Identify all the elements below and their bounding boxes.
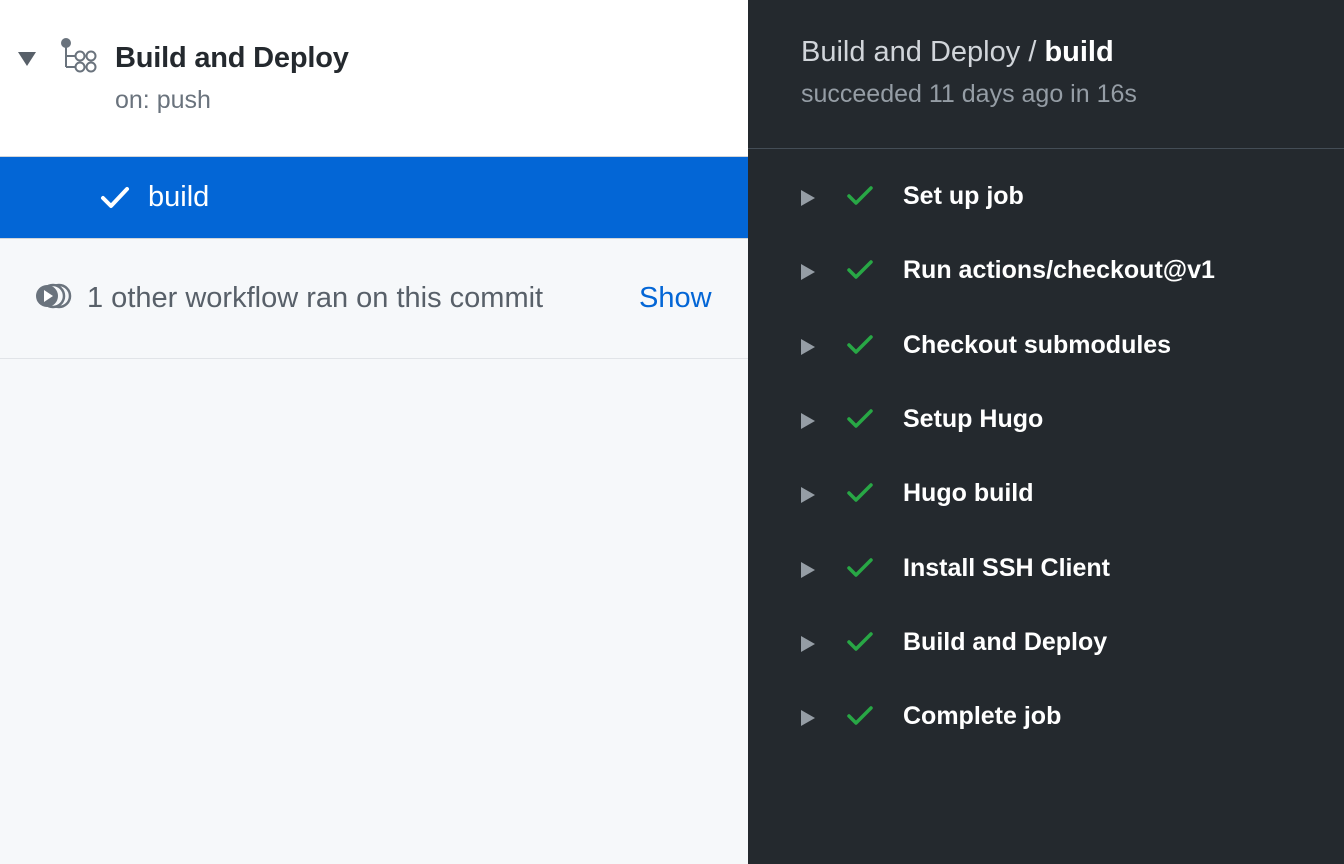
workflow-trigger: on: push — [115, 86, 211, 114]
workflow-title: Build and Deploy — [115, 42, 349, 74]
check-icon — [846, 183, 874, 214]
job-label: build — [148, 181, 210, 213]
step-row[interactable]: Setup Hugo — [748, 390, 1344, 450]
step-row[interactable]: Run actions/checkout@v1 — [748, 241, 1344, 301]
step-label: Setup Hugo — [903, 404, 1044, 433]
check-icon — [846, 480, 874, 511]
log-title-separator: / — [1020, 36, 1045, 68]
check-icon — [846, 406, 874, 437]
log-title: Build and Deploy / build — [801, 36, 1114, 69]
check-icon — [100, 183, 130, 218]
step-row[interactable]: Checkout submodules — [748, 316, 1344, 376]
step-label: Checkout submodules — [903, 330, 1172, 359]
log-job-name: build — [1044, 36, 1114, 68]
check-icon — [846, 629, 874, 660]
job-item-build[interactable]: build — [0, 157, 748, 239]
other-workflows-row: 1 other workflow ran on this commit Show — [0, 239, 748, 359]
step-label: Install SSH Client — [903, 553, 1110, 582]
check-icon — [846, 555, 874, 586]
log-header: Build and Deploy / build succeeded 11 da… — [748, 0, 1344, 149]
triangle-right-icon[interactable] — [800, 263, 816, 286]
step-row[interactable]: Install SSH Client — [748, 539, 1344, 599]
play-stack-icon — [34, 283, 72, 314]
triangle-down-icon[interactable] — [16, 50, 38, 68]
show-other-workflows-link[interactable]: Show — [639, 282, 712, 315]
triangle-right-icon[interactable] — [800, 709, 816, 732]
check-icon — [846, 332, 874, 363]
other-workflows-text: 1 other workflow ran on this commit — [87, 282, 544, 314]
step-label: Complete job — [903, 702, 1062, 731]
workflow-icon — [58, 37, 98, 77]
check-icon — [846, 703, 874, 734]
triangle-right-icon[interactable] — [800, 189, 816, 212]
step-row[interactable]: Build and Deploy — [748, 613, 1344, 673]
step-row[interactable]: Hugo build — [748, 464, 1344, 524]
triangle-right-icon[interactable] — [800, 561, 816, 584]
log-workflow-name: Build and Deploy — [801, 36, 1021, 68]
workflow-sidebar: Build and Deploy on: push build 1 other … — [0, 0, 748, 864]
step-label: Set up job — [903, 182, 1024, 210]
triangle-right-icon[interactable] — [800, 635, 816, 658]
triangle-right-icon[interactable] — [800, 486, 816, 509]
job-log-panel: Build and Deploy / build succeeded 11 da… — [748, 0, 1344, 864]
step-row[interactable]: Set up job — [748, 167, 1344, 227]
step-label: Run actions/checkout@v1 — [903, 256, 1215, 285]
step-row[interactable]: Complete job — [748, 687, 1344, 747]
step-label: Hugo build — [903, 479, 1034, 508]
triangle-right-icon[interactable] — [800, 338, 816, 361]
check-icon — [846, 257, 874, 288]
log-run-summary: succeeded 11 days ago in 16s — [801, 80, 1137, 108]
workflow-header: Build and Deploy on: push — [0, 0, 748, 157]
step-label: Build and Deploy — [903, 627, 1108, 656]
triangle-right-icon[interactable] — [800, 412, 816, 435]
